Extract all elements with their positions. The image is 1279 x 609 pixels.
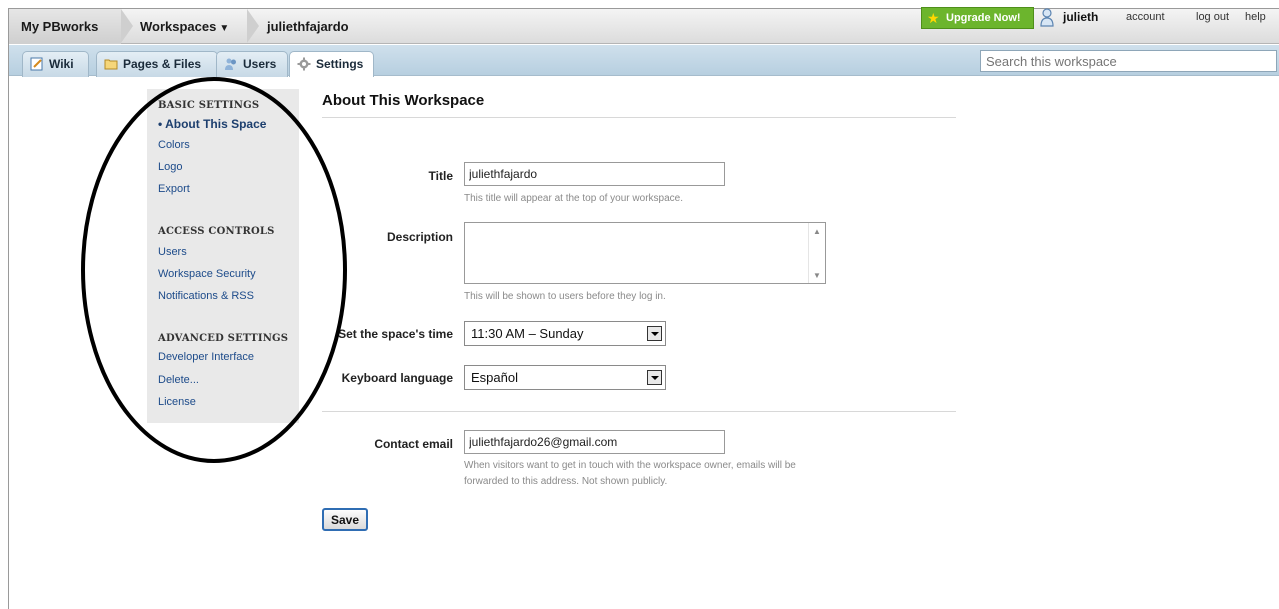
settings-sidebar: BASIC SETTINGS • About This Space Colors… bbox=[147, 89, 299, 423]
email-label: Contact email bbox=[374, 437, 453, 451]
page-title: About This Workspace bbox=[322, 92, 485, 109]
current-marker-icon: • bbox=[158, 117, 163, 131]
tab-pages-files[interactable]: Pages & Files bbox=[96, 51, 218, 77]
time-select-value: 11:30 AM – Sunday bbox=[471, 326, 584, 341]
top-bar: My PBworks Workspaces ▼ juliethfajardo ★ … bbox=[9, 7, 1279, 44]
title-label: Title bbox=[428, 169, 453, 183]
search-input[interactable] bbox=[980, 50, 1277, 72]
sidebar-item-colors[interactable]: Colors bbox=[158, 139, 190, 151]
my-pbworks-link[interactable]: My PBworks bbox=[9, 9, 121, 44]
email-input[interactable] bbox=[464, 430, 725, 454]
gear-icon bbox=[297, 57, 311, 71]
tab-label: Users bbox=[243, 57, 277, 71]
sidebar-item-license[interactable]: License bbox=[158, 396, 196, 408]
sidebar-item-notifications-rss[interactable]: Notifications & RSS bbox=[158, 290, 254, 302]
title-hint: This title will appear at the top of you… bbox=[464, 193, 683, 204]
sidebar-item-users[interactable]: Users bbox=[158, 246, 187, 258]
breadcrumb-arrow-icon bbox=[121, 9, 133, 43]
star-icon: ★ bbox=[927, 10, 940, 26]
dropdown-arrow-icon[interactable] bbox=[647, 370, 662, 385]
sidebar-item-delete[interactable]: Delete... bbox=[158, 374, 199, 386]
divider bbox=[322, 117, 956, 118]
description-hint: This will be shown to users before they … bbox=[464, 291, 666, 302]
edit-page-icon bbox=[30, 57, 43, 71]
sidebar-item-logo[interactable]: Logo bbox=[158, 161, 182, 173]
language-select[interactable]: Español bbox=[464, 365, 666, 390]
breadcrumb-arrow-icon bbox=[247, 9, 259, 43]
users-icon bbox=[225, 58, 236, 70]
scrollbar[interactable]: ▲ ▼ bbox=[808, 223, 825, 283]
tab-label: Pages & Files bbox=[123, 57, 202, 71]
upgrade-button[interactable]: ★ Upgrade Now! bbox=[921, 7, 1034, 29]
tab-label: Wiki bbox=[49, 57, 74, 71]
email-hint-line-2: forwarded to this address. Not shown pub… bbox=[464, 476, 668, 487]
sidebar-item-about-this-space[interactable]: • About This Space bbox=[158, 117, 266, 131]
tab-users[interactable]: Users bbox=[216, 51, 288, 77]
time-label: Set the space's time bbox=[338, 327, 453, 341]
user-icon bbox=[1040, 8, 1054, 27]
workspaces-dropdown[interactable]: Workspaces ▼ bbox=[140, 9, 229, 44]
scroll-down-icon[interactable]: ▼ bbox=[813, 271, 821, 280]
language-select-value: Español bbox=[471, 370, 518, 385]
tab-wiki[interactable]: Wiki bbox=[22, 51, 89, 77]
sidebar-item-workspace-security[interactable]: Workspace Security bbox=[158, 268, 256, 280]
sidebar-item-export[interactable]: Export bbox=[158, 183, 190, 195]
save-button[interactable]: Save bbox=[322, 508, 368, 531]
language-label: Keyboard language bbox=[341, 371, 453, 385]
access-controls-heading: ACCESS CONTROLS bbox=[158, 226, 275, 237]
account-link[interactable]: account bbox=[1126, 11, 1165, 23]
sidebar-item-label: About This Space bbox=[165, 117, 267, 131]
divider bbox=[322, 411, 956, 412]
email-hint-line-1: When visitors want to get in touch with … bbox=[464, 460, 796, 471]
workspace-name-link[interactable]: juliethfajardo bbox=[267, 9, 349, 44]
time-select[interactable]: 11:30 AM – Sunday bbox=[464, 321, 666, 346]
logout-link[interactable]: log out bbox=[1196, 11, 1229, 23]
upgrade-label: Upgrade Now! bbox=[946, 12, 1021, 24]
username-link[interactable]: julieth bbox=[1063, 10, 1098, 24]
sidebar-item-developer-interface[interactable]: Developer Interface bbox=[158, 351, 254, 363]
advanced-settings-heading: ADVANCED SETTINGS bbox=[158, 333, 289, 344]
basic-settings-heading: BASIC SETTINGS bbox=[158, 100, 260, 111]
folder-icon bbox=[104, 59, 118, 70]
scroll-up-icon[interactable]: ▲ bbox=[813, 227, 821, 236]
tab-settings[interactable]: Settings bbox=[289, 51, 374, 77]
chevron-down-icon: ▼ bbox=[219, 23, 230, 34]
title-input[interactable] bbox=[464, 162, 725, 186]
workspaces-label: Workspaces bbox=[140, 19, 217, 34]
dropdown-arrow-icon[interactable] bbox=[647, 326, 662, 341]
tab-label: Settings bbox=[316, 57, 364, 71]
description-label: Description bbox=[386, 230, 453, 244]
help-link[interactable]: help bbox=[1245, 11, 1266, 23]
description-textarea[interactable]: ▲ ▼ bbox=[464, 222, 826, 284]
